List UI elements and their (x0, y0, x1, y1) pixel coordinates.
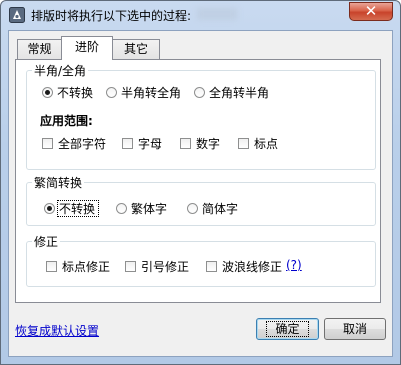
checkbox-punctuation-fix[interactable] (46, 261, 57, 272)
checkbox-all-chars[interactable] (42, 138, 53, 149)
cancel-button[interactable]: 取消 (324, 318, 386, 340)
tab-pane-advanced: 半角/全角 不转换 半角转全角 全角转半角 应用范围: 全部字符 字母 数字 标… (15, 59, 381, 303)
checkbox-punctuation[interactable] (238, 138, 249, 149)
close-icon: ✕ (364, 2, 378, 20)
radio-half-to-full-label: 半角转全角 (121, 86, 182, 100)
correct-legend: 修正 (32, 233, 61, 250)
checkbox-letters[interactable] (122, 138, 133, 149)
app-icon (9, 7, 25, 23)
radio-no-convert-width-label: 不转换 (57, 86, 94, 100)
tab-other[interactable]: 其它 (112, 39, 160, 60)
tab-advanced[interactable]: 进阶 (61, 36, 113, 60)
checkbox-punctuation-fix-label: 标点修正 (62, 260, 111, 274)
tab-general[interactable]: 常规 (17, 39, 62, 60)
scope-label: 应用范围: (40, 114, 93, 128)
close-button[interactable]: ✕ (349, 2, 393, 21)
title-bar[interactable]: 排版时将执行以下选中的过程: ✕ (1, 1, 400, 29)
halfwidth-legend: 半角/全角 (32, 62, 89, 79)
checkbox-quote-fix-label: 引号修正 (141, 260, 190, 274)
checkbox-digits-label: 数字 (196, 137, 221, 151)
radio-full-to-half-label: 全角转半角 (209, 86, 270, 100)
cancel-button-label: 取消 (342, 322, 367, 336)
restore-defaults-link[interactable]: 恢复成默认设置 (15, 322, 99, 339)
tab-advanced-label: 进阶 (74, 40, 99, 54)
radio-no-convert-script[interactable] (44, 203, 55, 214)
window-title: 排版时将执行以下选中的过程: (31, 9, 192, 23)
radio-half-to-full[interactable] (106, 87, 117, 98)
radio-no-convert-width[interactable] (42, 87, 53, 98)
ok-button-label: 确定 (266, 321, 309, 337)
checkbox-tilde-fix-label: 波浪线修正 (222, 260, 283, 274)
ok-button[interactable]: 确定 (256, 318, 319, 340)
checkbox-all-chars-label: 全部字符 (58, 137, 107, 151)
checkbox-letters-label: 字母 (138, 137, 163, 151)
tab-other-label: 其它 (123, 42, 148, 56)
checkbox-digits[interactable] (180, 138, 191, 149)
tab-general-label: 常规 (27, 42, 52, 56)
title-blur-region (197, 8, 237, 20)
focus-rectangle (57, 200, 99, 217)
radio-traditional-label: 繁体字 (131, 202, 168, 216)
checkbox-tilde-fix[interactable] (206, 261, 217, 272)
checkbox-quote-fix[interactable] (125, 261, 136, 272)
trad-simp-legend: 繁简转换 (32, 174, 85, 191)
radio-traditional[interactable] (116, 203, 127, 214)
radio-simplified[interactable] (187, 203, 198, 214)
help-link[interactable]: (?) (286, 258, 302, 272)
radio-full-to-half[interactable] (194, 87, 205, 98)
radio-simplified-label: 简体字 (202, 202, 239, 216)
checkbox-punctuation-label: 标点 (254, 137, 279, 151)
